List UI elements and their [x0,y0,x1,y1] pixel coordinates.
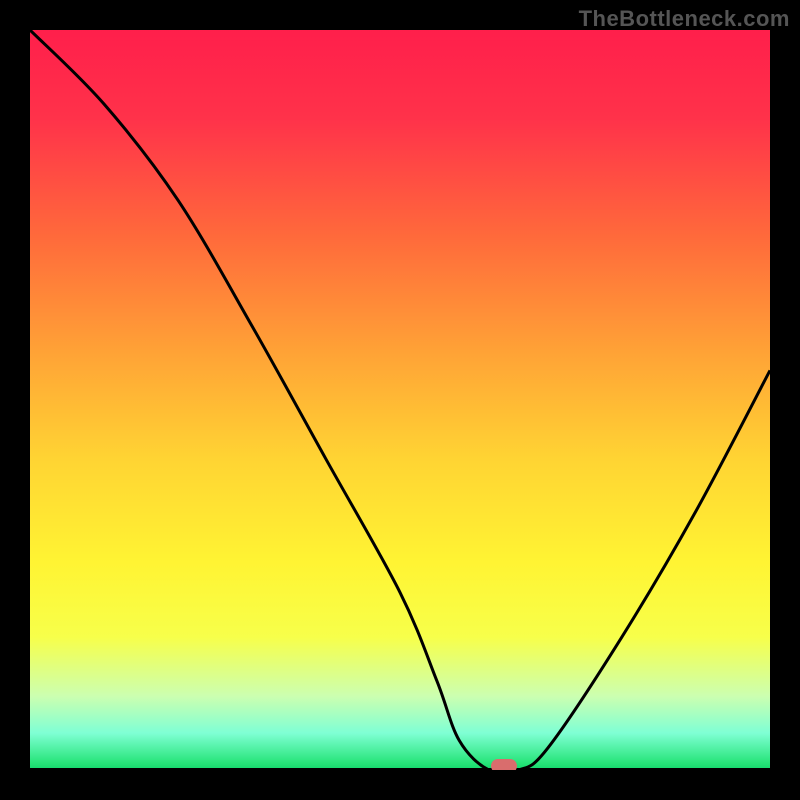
plot-area [30,30,770,770]
bottleneck-curve [30,30,770,770]
optimal-point-marker [491,759,517,770]
watermark-text: TheBottleneck.com [579,6,790,32]
chart-frame: TheBottleneck.com [0,0,800,800]
curve-path [30,30,770,770]
